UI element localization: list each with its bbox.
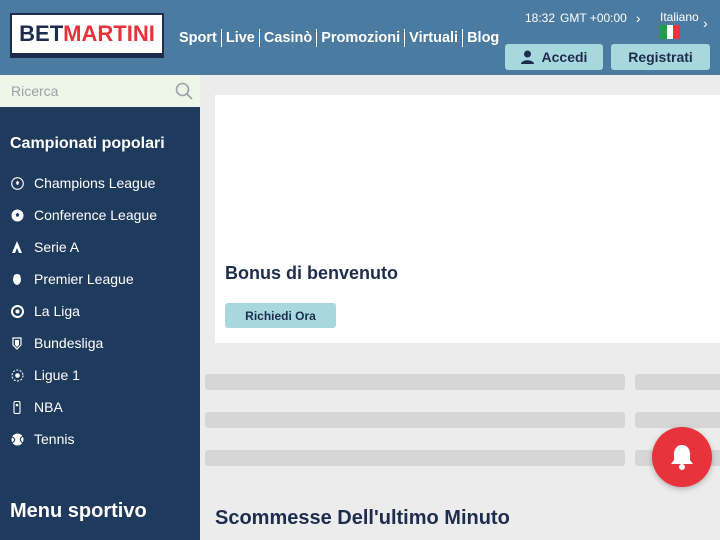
register-label: Registrati [628,49,693,65]
sidebar-item-label: Serie A [34,239,80,255]
login-button[interactable]: Accedi [505,44,603,70]
chevron-right-icon: › [635,10,641,26]
conference-league-icon [10,208,24,222]
sidebar-item-conference-league[interactable]: Conference League [0,199,200,231]
clock-time: 18:32 [525,11,556,25]
sidebar-item-label: Conference League [34,207,157,223]
search-bar [0,75,200,107]
betmartini-logo[interactable]: BET MARTINI [10,13,164,58]
search-input[interactable] [11,83,161,99]
search-icon[interactable] [175,82,193,100]
sidebar-item-label: Tennis [34,431,75,447]
last-minute-bets-title: Scommesse Dell'ultimo Minuto [215,507,510,529]
popular-leagues-title: Campionati popolari [10,135,165,152]
sidebar-item-label: NBA [34,399,63,415]
user-icon [520,50,534,64]
claim-now-button[interactable]: Richiedi Ora [225,303,336,328]
register-button[interactable]: Registrati [611,44,710,70]
loading-placeholder [205,412,625,428]
popular-leagues-list: Champions League Conference League Serie… [0,167,200,455]
nav-blog[interactable]: Blog [462,29,503,47]
sidebar-item-champions-league[interactable]: Champions League [0,167,200,199]
nba-icon [10,400,24,414]
chevron-right-icon[interactable]: › [703,15,708,31]
sidebar: Campionati popolari Champions League Con… [0,75,200,540]
sidebar-item-premier-league[interactable]: Premier League [0,263,200,295]
champions-league-icon [10,176,24,190]
logo-text-bet: BET [19,21,64,46]
sidebar-item-label: La Liga [34,303,80,319]
sidebar-item-label: Bundesliga [34,335,104,351]
clock-timezone[interactable]: 18:32 GMT +00:00 › [525,10,641,26]
nav-sport[interactable]: Sport [175,29,221,47]
sidebar-item-bundesliga[interactable]: Bundesliga [0,327,200,359]
nav-casino[interactable]: Casinò [258,29,316,47]
nav-live[interactable]: Live [220,29,259,47]
sidebar-item-serie-a[interactable]: Serie A [0,231,200,263]
sidebar-item-la-liga[interactable]: La Liga [0,295,200,327]
header: BET MARTINI Sport Live Casinò Promozioni … [0,0,720,75]
sidebar-item-tennis[interactable]: Tennis [0,423,200,455]
sidebar-item-label: Ligue 1 [34,367,80,383]
loading-placeholder [205,450,625,466]
la-liga-icon [10,304,24,318]
sport-menu-title: Menu sportivo [10,500,147,522]
sidebar-item-label: Champions League [34,175,156,191]
language-selector[interactable]: Italiano [660,10,699,24]
loading-placeholder [205,374,625,390]
sidebar-item-ligue-1[interactable]: Ligue 1 [0,359,200,391]
notifications-button[interactable] [652,427,712,487]
loading-placeholder [635,412,720,428]
login-label: Accedi [541,49,588,65]
sidebar-item-nba[interactable]: NBA [0,391,200,423]
promo-title: Bonus di benvenuto [225,263,398,283]
loading-placeholder [635,374,720,390]
timezone-label: GMT +00:00 [560,11,627,25]
tennis-icon [10,432,24,446]
main-nav: Sport Live Casinò Promozioni Virtuali Bl… [175,29,503,47]
ligue-1-icon [10,368,24,382]
promo-banner[interactable]: Bonus di benvenuto Richiedi Ora [215,95,720,343]
nav-promozioni[interactable]: Promozioni [316,29,404,47]
main-content: Bonus di benvenuto Richiedi Ora Scommess… [200,75,720,540]
bundesliga-icon [10,336,24,350]
logo-text-martini: MARTINI [63,21,155,46]
sidebar-item-label: Premier League [34,271,134,287]
italy-flag-icon[interactable] [660,25,681,39]
nav-virtuali[interactable]: Virtuali [404,29,462,47]
bell-icon [671,445,693,470]
serie-a-icon [10,240,24,254]
premier-league-icon [10,272,24,286]
